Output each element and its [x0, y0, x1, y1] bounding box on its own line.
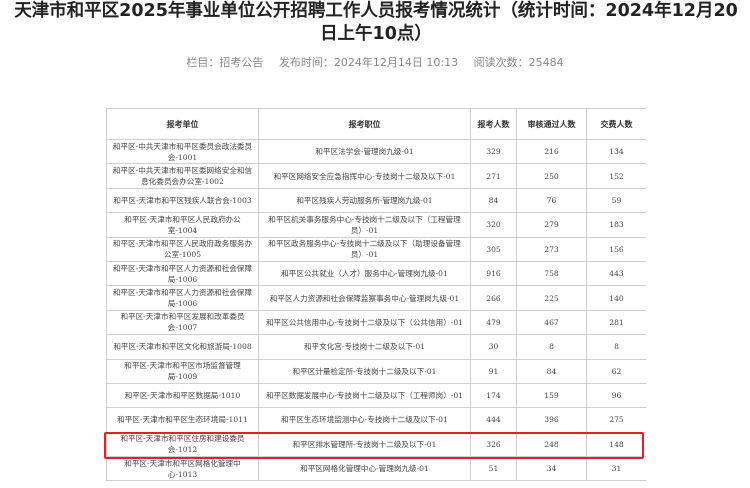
cell-unit: 和平区-天津市和平区人力资源和社会保障局-1006 [106, 285, 259, 311]
table-row: 和平区-天津市和平区人力资源和社会保障局-1006 和平区公共就业（人才）服务中… [106, 260, 646, 287]
cell-position: 和平区数据发展中心-专技岗十二级及以下（工程师岗）-01 [258, 382, 471, 409]
cell-position: 和平区残疾人劳动服务所-管理岗九级-01 [258, 187, 471, 214]
cell-paid: 59 [586, 187, 646, 214]
registration-table: 报考单位 报考职位 报考人数 审核通过人数 交费人数 和平区-中共天津市和平区委… [106, 108, 646, 482]
cell-paid: 62 [586, 358, 646, 384]
registration-table-container: 报考单位 报考职位 报考人数 审核通过人数 交费人数 和平区-中共天津市和平区委… [106, 108, 646, 488]
cell-approved: 159 [516, 382, 587, 409]
table-header-row: 报考单位 报考职位 报考人数 审核通过人数 交费人数 [106, 108, 646, 140]
cell-paid: 281 [586, 309, 646, 336]
table-row: 和平区-中共天津市和平区委网络安全和信息化委员会办公室-1002 和平区网络安全… [106, 163, 646, 189]
article-column: 栏目：招考公告 [186, 56, 264, 69]
cell-paid: 140 [586, 285, 646, 311]
cell-paid: 134 [586, 138, 646, 165]
cell-approved: 758 [516, 260, 587, 287]
cell-paid: 183 [586, 212, 646, 238]
cell-position: 和平区法学会-管理岗九级-01 [258, 138, 471, 165]
cell-position: 和平区网络安全应急指挥中心-专技岗十二级及以下-01 [258, 163, 471, 189]
cell-unit: 和平区-天津市和平区市场监督管理局-1009 [106, 358, 259, 384]
cell-position: 和平区计量检定所-专技岗十二级及以下-01 [258, 358, 471, 384]
header-paid: 交费人数 [586, 108, 646, 140]
cell-unit: 和平区-天津市和平区文化和旅游局-1008 [106, 334, 259, 360]
cell-unit: 和平区-天津市和平区人民政府政务服务办公室-1005 [106, 236, 259, 262]
cell-paid: 8 [586, 334, 646, 360]
cell-applicants: 30 [470, 334, 517, 360]
cell-approved: 8 [516, 334, 587, 360]
cell-paid: 31 [586, 456, 646, 482]
view-count: 阅读次数：25484 [473, 56, 564, 69]
cell-applicants: 916 [470, 260, 517, 287]
cell-position: 和平区机关事务服务中心-专技岗十二级及以下（工程管理员）-01 [258, 212, 471, 238]
cell-applicants: 479 [470, 309, 517, 336]
table-row: 和平区-天津市和平区残疾人联合会-1003 和平区残疾人劳动服务所-管理岗九级-… [106, 187, 646, 214]
cell-unit: 和平区-中共天津市和平区委网络安全和信息化委员会办公室-1002 [106, 163, 259, 189]
cell-unit: 和平区-天津市和平区发展和改革委员会-1007 [106, 309, 259, 336]
cell-approved: 216 [516, 138, 587, 165]
cell-approved: 396 [516, 407, 587, 433]
cell-unit: 和平区-天津市和平区生态环境局-1011 [106, 407, 259, 433]
cell-applicants: 91 [470, 358, 517, 384]
table-row: 和平区-天津市和平区生态环境局-1011 和平区生态环境监测中心-专技岗十二级及… [106, 407, 646, 433]
cell-applicants: 305 [470, 236, 517, 262]
table-row: 和平区-天津市和平区人力资源和社会保障局-1006 和平区人力资源和社会保障监察… [106, 285, 646, 311]
cell-applicants: 271 [470, 163, 517, 189]
cell-applicants: 84 [470, 187, 517, 214]
cell-paid: 156 [586, 236, 646, 262]
cell-applicants: 174 [470, 382, 517, 409]
cell-unit: 和平区-中共天津市和平区委员会政法委员会-1001 [106, 138, 259, 165]
header-position: 报考职位 [258, 108, 471, 140]
cell-applicants: 444 [470, 407, 517, 433]
cell-paid: 443 [586, 260, 646, 287]
cell-approved: 250 [516, 163, 587, 189]
header-applicants: 报考人数 [470, 108, 517, 140]
cell-position: 和平区网格化管理中心-管理岗九级-01 [258, 456, 471, 482]
table-row: 和平区-中共天津市和平区委员会政法委员会-1001 和平区法学会-管理岗九级-0… [106, 138, 646, 165]
table-row: 和平区-天津市和平区网格化管理中心-1013 和平区网格化管理中心-管理岗九级-… [106, 456, 646, 482]
table-row: 和平区-天津市和平区发展和改革委员会-1007 和平区公共信用中心-专技岗十二级… [106, 309, 646, 336]
cell-paid: 152 [586, 163, 646, 189]
table-row: 和平区-天津市和平区数据局-1010 和平区数据发展中心-专技岗十二级及以下（工… [106, 382, 646, 409]
publish-time: 发布时间：2024年12月14日 10:13 [278, 56, 459, 69]
cell-paid: 96 [586, 382, 646, 409]
cell-applicants: 266 [470, 285, 517, 311]
table-row: 和平区-天津市和平区人民政府办公室-1004 和平区机关事务服务中心-专技岗十二… [106, 212, 646, 238]
cell-position: 和平区公共就业（人才）服务中心-管理岗九级-01 [258, 260, 471, 287]
cell-approved: 76 [516, 187, 587, 214]
highlight-box [104, 432, 644, 459]
article-meta: 栏目：招考公告 发布时间：2024年12月14日 10:13 阅读次数：2548… [0, 54, 750, 70]
cell-approved: 273 [516, 236, 587, 262]
cell-applicants: 320 [470, 212, 517, 238]
cell-approved: 84 [516, 358, 587, 384]
table-row: 和平区-天津市和平区市场监督管理局-1009 和平区计量检定所-专技岗十二级及以… [106, 358, 646, 384]
cell-applicants: 329 [470, 138, 517, 165]
cell-approved: 279 [516, 212, 587, 238]
cell-paid: 275 [586, 407, 646, 433]
cell-position: 和平区公共信用中心-专技岗十二级及以下（公共信用）-01 [258, 309, 471, 336]
cell-unit: 和平区-天津市和平区人力资源和社会保障局-1006 [106, 260, 259, 287]
cell-position: 和平区生态环境监测中心-专技岗十二级及以下-01 [258, 407, 471, 433]
cell-approved: 467 [516, 309, 587, 336]
cell-position: 和平区人力资源和社会保障监察事务中心-管理岗九级-01 [258, 285, 471, 311]
cell-unit: 和平区-天津市和平区数据局-1010 [106, 382, 259, 409]
table-row: 和平区-天津市和平区文化和旅游局-1008 和平文化宫-专技岗十二级及以下-01… [106, 334, 646, 360]
table-row: 和平区-天津市和平区人民政府政务服务办公室-1005 和平区政务服务中心-专技岗… [106, 236, 646, 262]
cell-unit: 和平区-天津市和平区网格化管理中心-1013 [106, 456, 259, 482]
cell-position: 和平文化宫-专技岗十二级及以下-01 [258, 334, 471, 360]
article-title: 天津市和平区2025年事业单位公开招聘工作人员报考情况统计（统计时间：2024年… [14, 1, 738, 44]
cell-unit: 和平区-天津市和平区残疾人联合会-1003 [106, 187, 259, 214]
table-body: 和平区-中共天津市和平区委员会政法委员会-1001 和平区法学会-管理岗九级-0… [106, 138, 646, 482]
cell-position: 和平区政务服务中心-专技岗十二级及以下（助理设备管理员）-01 [258, 236, 471, 262]
cell-approved: 34 [516, 456, 587, 482]
cell-approved: 225 [516, 285, 587, 311]
header-approved: 审核通过人数 [516, 108, 587, 140]
cell-applicants: 51 [470, 456, 517, 482]
cell-unit: 和平区-天津市和平区人民政府办公室-1004 [106, 212, 259, 238]
header-unit: 报考单位 [106, 108, 259, 140]
